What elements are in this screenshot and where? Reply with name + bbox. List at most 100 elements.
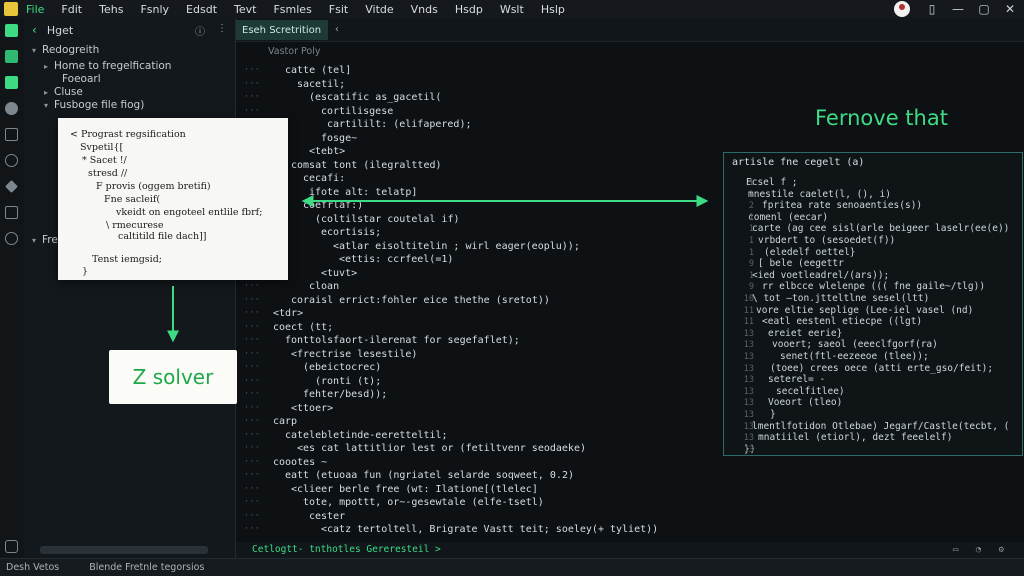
ellipsis-icon[interactable]: ⋮ [217, 23, 227, 38]
notes-icon[interactable] [5, 128, 18, 141]
menu-help-2[interactable]: Hslp [541, 3, 565, 16]
panel-line-number: 13 [743, 363, 754, 374]
extensions-icon[interactable] [5, 76, 18, 89]
note-line: Tenst iemgsid; [92, 254, 162, 265]
code-line[interactable]: cartililt: (elifapered); [327, 119, 472, 130]
close-tab-icon[interactable]: ‹ [334, 24, 340, 35]
code-line[interactable]: (coltilstar coutelal if) [315, 214, 460, 225]
code-line[interactable]: coraisl errict:fohler eice thethe (sreto… [291, 295, 550, 306]
bottom-label[interactable]: Cetlogtt- tnthotles Gereresteil > [252, 544, 441, 555]
code-line[interactable]: coefrlaf:) [303, 200, 363, 211]
code-line[interactable]: fehter/besd)); [303, 389, 387, 400]
code-line[interactable]: (escatific as_gacetil( [309, 92, 441, 103]
explorer-icon[interactable] [5, 24, 18, 37]
info-icon[interactable]: ⓘ [195, 23, 205, 38]
code-line[interactable]: cortilisgese [321, 106, 393, 117]
code-line[interactable]: <ettis: ccrfeel(=1) [339, 254, 453, 265]
code-line[interactable]: cloan [309, 281, 339, 292]
search-icon[interactable] [5, 154, 18, 167]
app-logo-icon[interactable] [4, 2, 18, 16]
code-line[interactable]: eatt (etuoaa fun (ngriatel selarde soqwe… [285, 470, 574, 481]
menu-windows[interactable]: Vnds [411, 3, 438, 16]
code-line[interactable]: comsat tont (ilegraltted) [291, 160, 442, 171]
code-line[interactable]: sacetil; [297, 79, 345, 90]
panel-code-line: (toee) crees oece (atti erte_gso/feit); [770, 362, 994, 374]
note-line: stresd // [88, 168, 128, 179]
panel-line-number: 1 [748, 178, 754, 188]
code-line[interactable]: <tdr> [273, 308, 303, 319]
code-line[interactable]: fonttolsfaort-ilerenat for segefaflet); [285, 335, 520, 346]
code-line[interactable]: <frectrise lesestile) [291, 349, 417, 360]
menu-wait[interactable]: Wslt [500, 3, 524, 16]
code-line[interactable]: coect (tt; [273, 322, 333, 333]
code-line[interactable]: <tebt> [309, 146, 345, 157]
menu-samples[interactable]: Fsmles [273, 3, 311, 16]
status-mid[interactable]: Blende Fretnle tegorsios [89, 562, 204, 573]
tree-item[interactable]: ▸ Cluse [44, 86, 83, 98]
tree-item[interactable]: ▾ Fusboge file fiog) [44, 99, 144, 111]
panel-line-number: 13 [743, 433, 754, 444]
sidebar: ‹ Hget ⓘ ⋮ ▾ Redogreith ▸ Home to fregelfi… [24, 18, 236, 558]
chevron-left-icon[interactable]: ‹ [32, 23, 37, 37]
account-icon[interactable] [5, 102, 18, 115]
bell-icon[interactable]: ◔ [976, 545, 981, 555]
panel-line-number: 1 [748, 189, 754, 200]
maximize-icon[interactable]: ▢ [976, 1, 992, 17]
code-line[interactable]: <catz tertoltell, Brigrate Vastt teit; s… [321, 524, 658, 535]
terminal-icon[interactable]: ▭ [953, 545, 958, 555]
gear-icon[interactable] [5, 232, 18, 245]
tree-item[interactable]: ▾ Redogreith [32, 44, 99, 56]
status-left[interactable]: Desh Vetos [6, 562, 59, 573]
settings-icon[interactable] [5, 540, 18, 553]
code-line[interactable]: carp [273, 416, 297, 427]
line-gutter-mark: ··· [243, 416, 260, 426]
code-line[interactable]: fosge~ [321, 133, 357, 144]
panel-line-number: 13 [743, 421, 754, 432]
settings-icon-2[interactable]: ⚙ [999, 545, 1004, 555]
code-line[interactable]: catte (tel] [285, 65, 351, 76]
breadcrumb[interactable]: Vastor Poly [268, 46, 320, 57]
menu-tabs[interactable]: Tehs [99, 3, 123, 16]
code-line[interactable]: <clieer berle free (wt: Ilatione[(tlelec… [291, 484, 538, 495]
code-line[interactable]: <es cat lattitlior lest or (fetiltvenr s… [297, 443, 586, 454]
profile-icon[interactable] [894, 1, 910, 17]
menu-text[interactable]: Tevt [234, 3, 256, 16]
menu-edit-2[interactable]: Edsdt [186, 3, 217, 16]
code-line[interactable]: <ttoer> [291, 403, 333, 414]
tab-active[interactable]: Eseh Scretrition [236, 20, 328, 40]
overlay-title: Fernove that [815, 106, 948, 130]
tree-item[interactable]: Foeoarl [56, 73, 101, 85]
menu-family[interactable]: Fsnly [140, 3, 169, 16]
code-line[interactable]: tote, mpottt, or~-gesewtale (elfe-tsetl) [303, 497, 544, 508]
code-line[interactable]: <tuvt> [321, 268, 357, 279]
code-line[interactable]: coootes ~ [273, 457, 327, 468]
code-line[interactable]: (ronti (t); [315, 376, 381, 387]
panel-line-number: 13 [743, 444, 754, 455]
code-line[interactable]: cester [309, 511, 345, 522]
panel-line-number: 13 [743, 340, 754, 351]
panel-code-line: senet(ftl-eezeeoe (tlee)); [780, 351, 929, 362]
panel-line-number: 13 [743, 410, 754, 420]
code-line[interactable]: ecortisis; [321, 227, 381, 238]
close-icon[interactable]: ✕ [1002, 1, 1018, 17]
sidebar-scrollbar[interactable] [40, 546, 208, 554]
code-line[interactable]: ifote alt: telatp] [309, 187, 417, 198]
code-line[interactable]: catelebletinde-eeretteltil; [285, 430, 448, 441]
panel-code-line: seterel= - [768, 374, 826, 386]
menu-edit[interactable]: Fdit [61, 3, 82, 16]
minimize-icon[interactable]: — [950, 1, 966, 17]
code-line[interactable]: <atlar eisoltitelin ; wirl eager(eoplu))… [333, 241, 580, 252]
debug-icon[interactable] [5, 180, 18, 193]
menu-file[interactable]: File [26, 3, 44, 16]
line-gutter-mark: ··· [243, 470, 260, 480]
files-icon[interactable] [5, 50, 18, 63]
code-line[interactable]: cecafi: [303, 173, 345, 184]
menu-help[interactable]: Hsdp [455, 3, 483, 16]
menu-split[interactable]: Fsit [329, 3, 348, 16]
note-line: * Sacet !/ [82, 155, 127, 166]
tree-item[interactable]: ▸ Home to fregelfication [44, 60, 171, 72]
code-line[interactable]: (ebeictocrec) [303, 362, 381, 373]
restore-icon[interactable]: ▯ [924, 1, 940, 17]
menu-video[interactable]: Vitde [365, 3, 393, 16]
book-icon[interactable] [5, 206, 18, 219]
